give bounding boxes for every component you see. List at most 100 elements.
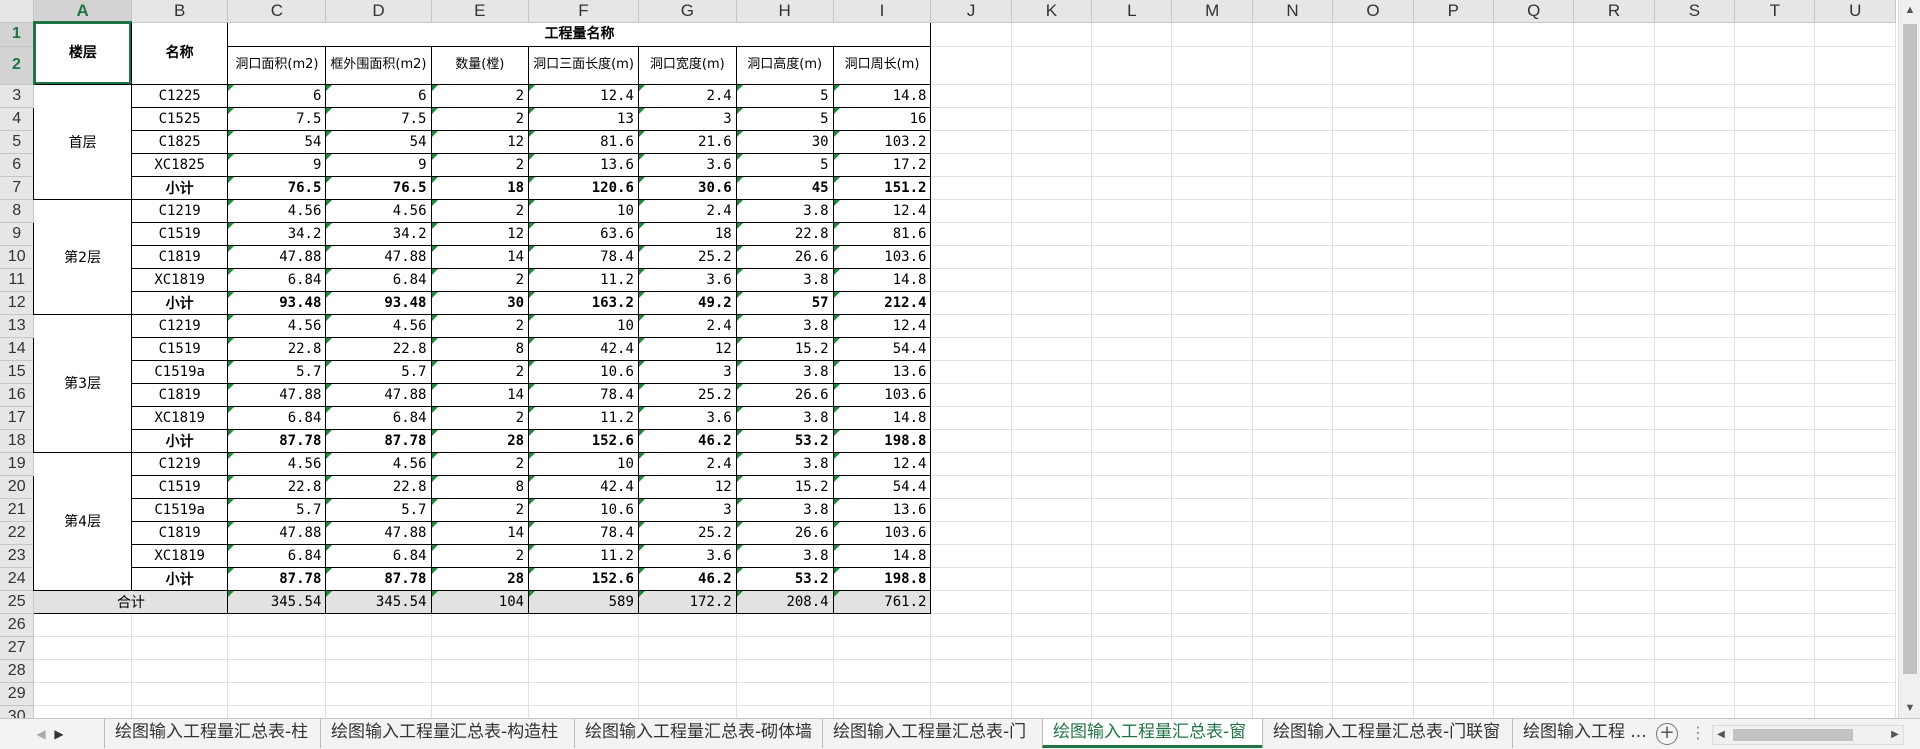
cell[interactable] [1252,613,1334,637]
value-cell[interactable]: 9 [227,152,327,177]
subtotal-value[interactable]: 76.5 [227,175,327,200]
cell[interactable] [1091,613,1173,637]
cell[interactable] [1091,636,1173,660]
cell[interactable] [1654,245,1736,269]
cell[interactable] [930,544,1012,568]
value-cell[interactable]: 78.4 [528,244,639,269]
value-cell[interactable]: 12 [430,129,530,154]
row-header-19[interactable]: 19 [0,452,35,476]
cell[interactable] [1573,360,1655,384]
cell[interactable] [1011,222,1093,246]
cell[interactable] [325,636,432,660]
value-cell[interactable]: 47.88 [227,382,327,407]
cell[interactable] [1171,337,1253,361]
cell[interactable] [1011,199,1093,223]
cell[interactable] [1814,314,1896,338]
cell[interactable] [1252,659,1334,683]
cell[interactable] [930,199,1012,223]
cell[interactable] [1573,337,1655,361]
subtotal-value[interactable]: 28 [430,428,530,453]
cell[interactable] [1573,199,1655,223]
value-cell[interactable]: 14 [430,520,530,545]
row-header-27[interactable]: 27 [0,636,35,660]
floor-label[interactable]: 第3层 [33,313,132,453]
cell[interactable] [1493,590,1575,614]
cell[interactable] [1252,268,1334,292]
cell[interactable] [1734,245,1816,269]
cell[interactable] [1493,659,1575,683]
subtotal-value[interactable]: 46.2 [637,428,737,453]
cell[interactable] [1011,659,1093,683]
cell[interactable] [1814,705,1896,718]
cell[interactable] [1011,429,1093,453]
cell[interactable] [736,682,834,706]
cell[interactable] [1171,498,1253,522]
header-field-6[interactable]: 洞口高度(m) [735,45,834,85]
value-cell[interactable]: 34.2 [325,221,432,246]
value-cell[interactable]: 3.6 [637,405,737,430]
value-cell[interactable]: 5.7 [227,359,327,384]
value-cell[interactable]: 47.88 [325,520,432,545]
cell[interactable] [1091,705,1173,718]
header-field-4[interactable]: 洞口三面长度(m) [528,45,639,85]
row-header-3[interactable]: 3 [0,84,35,108]
cell[interactable] [1332,22,1414,47]
cell[interactable] [736,659,834,683]
value-cell[interactable]: 81.6 [528,129,639,154]
cell[interactable] [1573,406,1655,430]
subtotal-label[interactable]: 小计 [130,566,229,591]
cell[interactable] [1171,659,1253,683]
value-cell[interactable]: 15.2 [735,474,834,499]
cell[interactable] [1493,84,1575,108]
item-name[interactable]: C1825 [130,129,229,154]
value-cell[interactable]: 5 [735,152,834,177]
cell[interactable] [1091,659,1173,683]
cell[interactable] [1493,636,1575,660]
subtotal-value[interactable]: 87.78 [227,428,327,453]
header-floor[interactable]: 楼层 [33,21,132,85]
subtotal-value[interactable]: 93.48 [325,290,432,315]
cell[interactable] [1091,222,1173,246]
cell[interactable] [930,268,1012,292]
cell[interactable] [1252,199,1334,223]
cell[interactable] [1654,705,1736,718]
value-cell[interactable]: 81.6 [832,221,932,246]
cell[interactable] [930,107,1012,131]
cell[interactable] [1814,222,1896,246]
row-header-23[interactable]: 23 [0,544,35,568]
row-header-7[interactable]: 7 [0,176,35,200]
subtotal-value[interactable]: 152.6 [528,428,639,453]
cell[interactable] [1814,659,1896,683]
cell[interactable] [1332,682,1414,706]
cell[interactable] [1573,268,1655,292]
value-cell[interactable]: 7.5 [325,106,432,131]
cell[interactable] [1814,199,1896,223]
value-cell[interactable]: 54.4 [832,474,932,499]
cell[interactable] [1814,682,1896,706]
cell[interactable] [1734,429,1816,453]
column-header-c[interactable]: C [227,0,327,23]
header-field-3[interactable]: 数量(樘) [430,45,530,85]
cell[interactable] [1493,245,1575,269]
row-header-24[interactable]: 24 [0,567,35,591]
cell[interactable] [1654,544,1736,568]
row-header-10[interactable]: 10 [0,245,35,269]
cell[interactable] [1493,498,1575,522]
cell[interactable] [930,636,1012,660]
cell[interactable] [1091,22,1173,47]
cell[interactable] [1734,636,1816,660]
value-cell[interactable]: 63.6 [528,221,639,246]
row-header-9[interactable]: 9 [0,222,35,246]
cell[interactable] [1573,130,1655,154]
value-cell[interactable]: 12.4 [832,313,932,338]
value-cell[interactable]: 3.6 [637,543,737,568]
cell[interactable] [1493,22,1575,47]
cell[interactable] [1011,705,1093,718]
cell[interactable] [930,314,1012,338]
item-name[interactable]: XC1819 [130,405,229,430]
cell[interactable] [227,636,327,660]
item-name[interactable]: C1219 [130,198,229,223]
value-cell[interactable]: 34.2 [227,221,327,246]
total-value[interactable]: 208.4 [735,589,834,614]
item-name[interactable]: C1219 [130,451,229,476]
